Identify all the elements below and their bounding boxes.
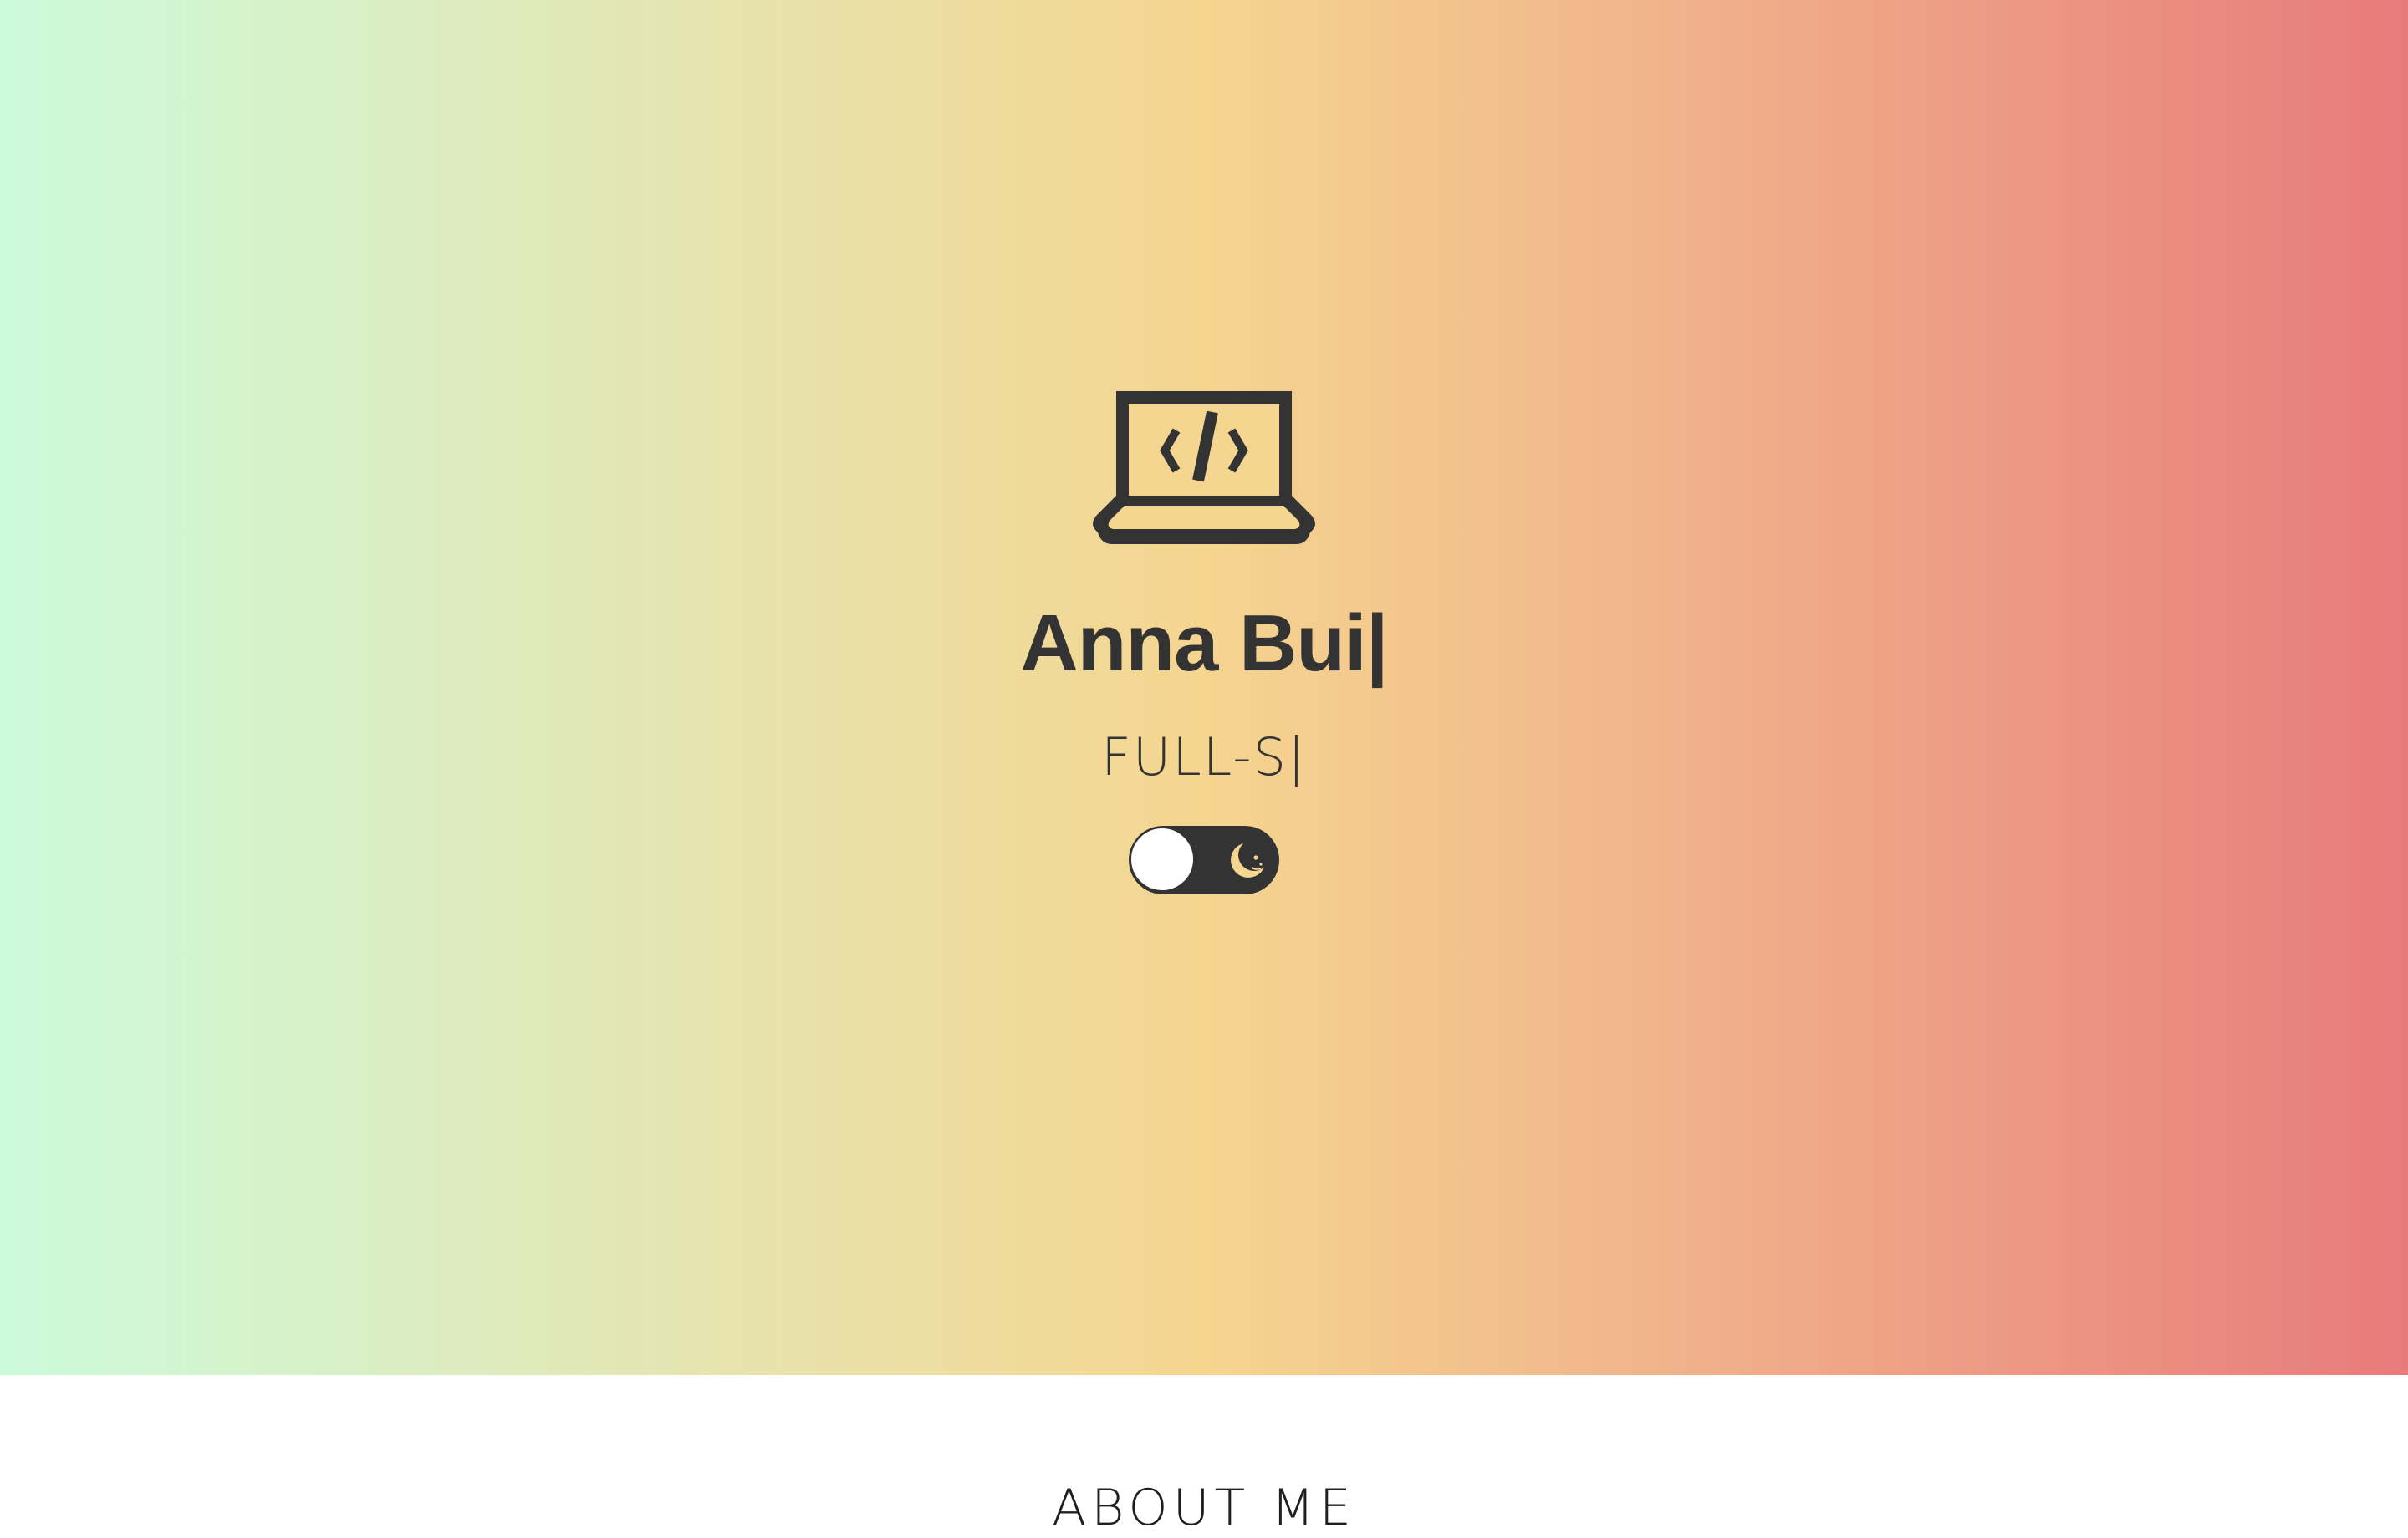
toggle-knob[interactable] bbox=[1130, 828, 1194, 891]
moon-icon bbox=[1231, 841, 1268, 878]
about-section-title: ABOUT ME bbox=[1052, 1479, 1356, 1537]
hero-role: FULL-S| bbox=[1101, 726, 1307, 787]
hero-name: Anna Bui| bbox=[1020, 598, 1388, 688]
theme-toggle[interactable] bbox=[1129, 826, 1279, 894]
hero-section: Anna Bui| FULL-S| bbox=[0, 0, 2408, 1375]
laptop-code-icon bbox=[1093, 391, 1315, 544]
